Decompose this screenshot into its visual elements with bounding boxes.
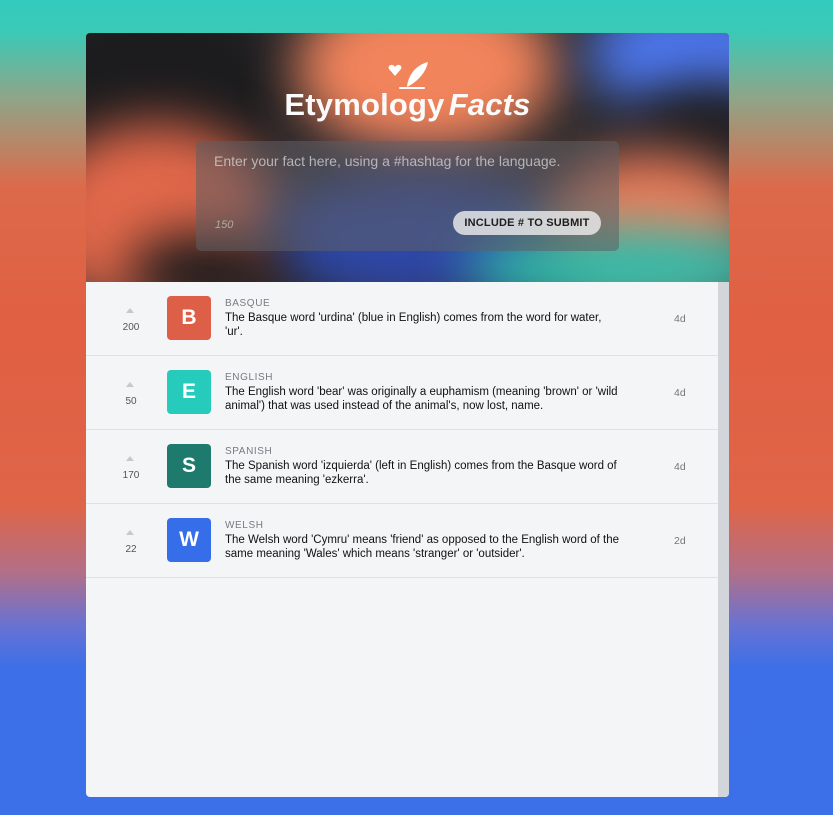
language-label: SPANISH: [225, 446, 273, 457]
fact-text: The Basque word 'urdina' (blue in Englis…: [225, 312, 602, 338]
vote-control: 50: [108, 382, 154, 410]
fact-list: 200 B BASQUE The Basque word 'urdina' (b…: [86, 282, 718, 578]
list-item: 170 S SPANISH The Spanish word 'izquierd…: [86, 430, 718, 504]
vote-count: 200: [122, 322, 140, 333]
char-counter: 150: [215, 219, 234, 231]
upvote-arrow-icon[interactable]: [126, 308, 134, 313]
list-item: 200 B BASQUE The Basque word 'urdina' (b…: [86, 282, 718, 356]
language-badge: S: [167, 444, 211, 488]
language-label: ENGLISH: [225, 372, 274, 383]
upvote-arrow-icon[interactable]: [126, 530, 134, 535]
upvote-arrow-icon[interactable]: [126, 456, 134, 461]
vote-count: 22: [125, 544, 137, 555]
header-hero: EtymologyFacts 150 INCLUDE # TO SUBMIT: [86, 33, 729, 282]
app-card: EtymologyFacts 150 INCLUDE # TO SUBMIT 2…: [86, 33, 729, 797]
submit-button[interactable]: INCLUDE # TO SUBMIT: [453, 211, 601, 235]
title-main: Etymology: [284, 87, 445, 122]
language-badge: W: [167, 518, 211, 562]
fact-text: The Welsh word 'Cymru' means 'friend' as…: [225, 534, 620, 560]
vote-count: 170: [122, 470, 140, 481]
heart-quill-icon: [388, 62, 428, 89]
list-item: 50 E ENGLISH The English word 'bear' was…: [86, 356, 718, 430]
language-badge: E: [167, 370, 211, 414]
fact-age: 4d: [674, 461, 686, 473]
vote-control: 200: [108, 308, 154, 336]
fact-age: 4d: [674, 387, 686, 399]
page-title: Etymology Facts: [86, 87, 729, 123]
fact-composer: 150 INCLUDE # TO SUBMIT: [196, 141, 619, 251]
fact-input[interactable]: [196, 141, 619, 211]
fact-text: The English word 'bear' was originally a…: [225, 386, 618, 412]
language-label: BASQUE: [225, 298, 271, 309]
title-accent: Facts: [448, 87, 531, 122]
fact-age: 4d: [674, 313, 686, 325]
vote-count: 50: [125, 396, 137, 407]
language-badge: B: [167, 296, 211, 340]
list-item: 22 W WELSH The Welsh word 'Cymru' means …: [86, 504, 718, 578]
fact-age: 2d: [674, 535, 686, 547]
scrollbar[interactable]: [718, 282, 729, 797]
vote-control: 170: [108, 456, 154, 484]
vote-control: 22: [108, 530, 154, 558]
language-label: WELSH: [225, 520, 264, 531]
fact-text: The Spanish word 'izquierda' (left in En…: [225, 460, 617, 486]
upvote-arrow-icon[interactable]: [126, 382, 134, 387]
